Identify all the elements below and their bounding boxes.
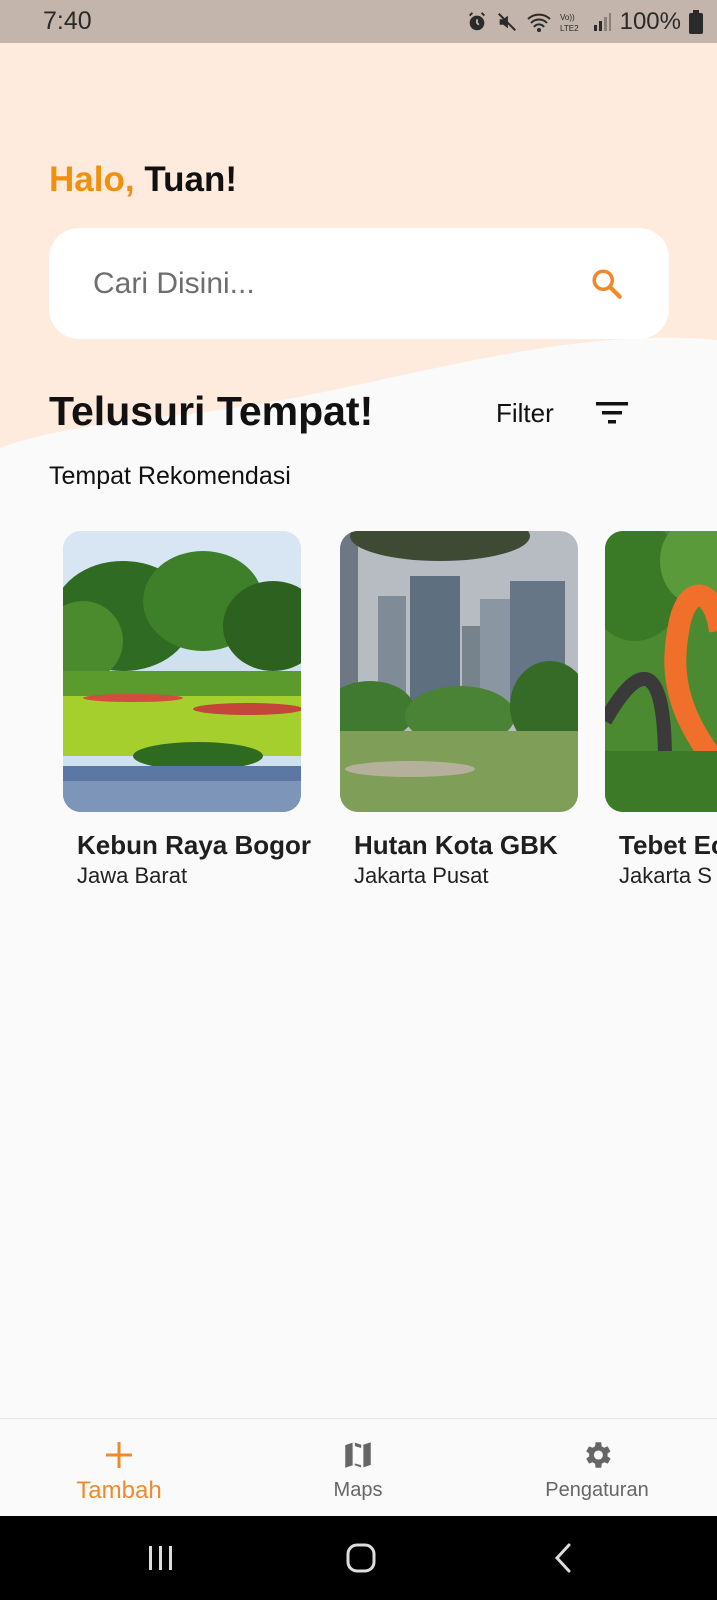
alarm-icon — [468, 11, 485, 30]
wifi-icon — [526, 13, 551, 32]
bottom-navigation: Tambah Maps Pengaturan — [0, 1418, 717, 1516]
battery-icon — [689, 9, 703, 34]
nav-label: Maps — [333, 1479, 383, 1501]
greeting: Halo, Tuan! — [49, 160, 237, 200]
status-time: 7:40 — [43, 7, 92, 35]
recommendation-subtitle: Tempat Rekomendasi — [49, 462, 291, 490]
place-name: Tebet Ec — [619, 830, 717, 860]
mute-icon — [497, 12, 516, 31]
svg-text:LTE2: LTE2 — [560, 24, 579, 33]
place-name: Hutan Kota GBK — [354, 830, 558, 860]
status-bar: 7:40 Vo)) LTE2 100% — [0, 0, 717, 43]
place-card[interactable]: Tebet Ec Jakarta S — [605, 531, 717, 889]
place-region: Jawa Barat — [77, 863, 188, 888]
plus-icon — [101, 1437, 137, 1473]
filter-icon[interactable] — [596, 400, 630, 426]
place-image — [63, 531, 301, 812]
signal-icon — [593, 12, 611, 31]
battery-percent: 100% — [619, 7, 681, 35]
search-input[interactable] — [93, 266, 589, 301]
system-navigation-bar — [0, 1516, 717, 1600]
gear-icon — [579, 1437, 615, 1473]
nav-maps[interactable]: Maps — [258, 1419, 458, 1517]
place-image — [340, 531, 578, 812]
place-image — [605, 531, 717, 812]
recent-apps-icon[interactable] — [141, 1538, 181, 1578]
home-icon[interactable] — [341, 1538, 381, 1578]
nav-label: Tambah — [76, 1477, 162, 1504]
greeting-name: Tuan! — [144, 160, 237, 199]
place-carousel[interactable]: Kebun Raya Bogor Jawa Barat Hutan Kota G… — [0, 531, 717, 891]
greeting-prefix: Halo, — [49, 160, 135, 199]
back-icon[interactable] — [543, 1538, 583, 1578]
place-card[interactable]: Kebun Raya Bogor Jawa Barat — [63, 531, 312, 889]
search-icon[interactable] — [589, 266, 625, 302]
search-bar[interactable] — [49, 228, 669, 339]
filter-button[interactable]: Filter — [496, 398, 554, 429]
nav-tambah[interactable]: Tambah — [19, 1419, 219, 1517]
map-icon — [340, 1437, 376, 1473]
nav-pengaturan[interactable]: Pengaturan — [497, 1419, 697, 1517]
place-card[interactable]: Hutan Kota GBK Jakarta Pusat — [340, 531, 580, 889]
place-name: Kebun Raya Bogor — [77, 830, 312, 860]
place-region: Jakarta Pusat — [354, 863, 489, 888]
place-region: Jakarta S — [619, 863, 712, 888]
svg-text:Vo)): Vo)) — [560, 13, 575, 22]
nav-label: Pengaturan — [545, 1479, 649, 1501]
section-title: Telusuri Tempat! — [49, 388, 374, 434]
lte-icon: Vo)) LTE2 — [560, 13, 579, 33]
status-icons: Vo)) LTE2 100% — [466, 8, 703, 36]
